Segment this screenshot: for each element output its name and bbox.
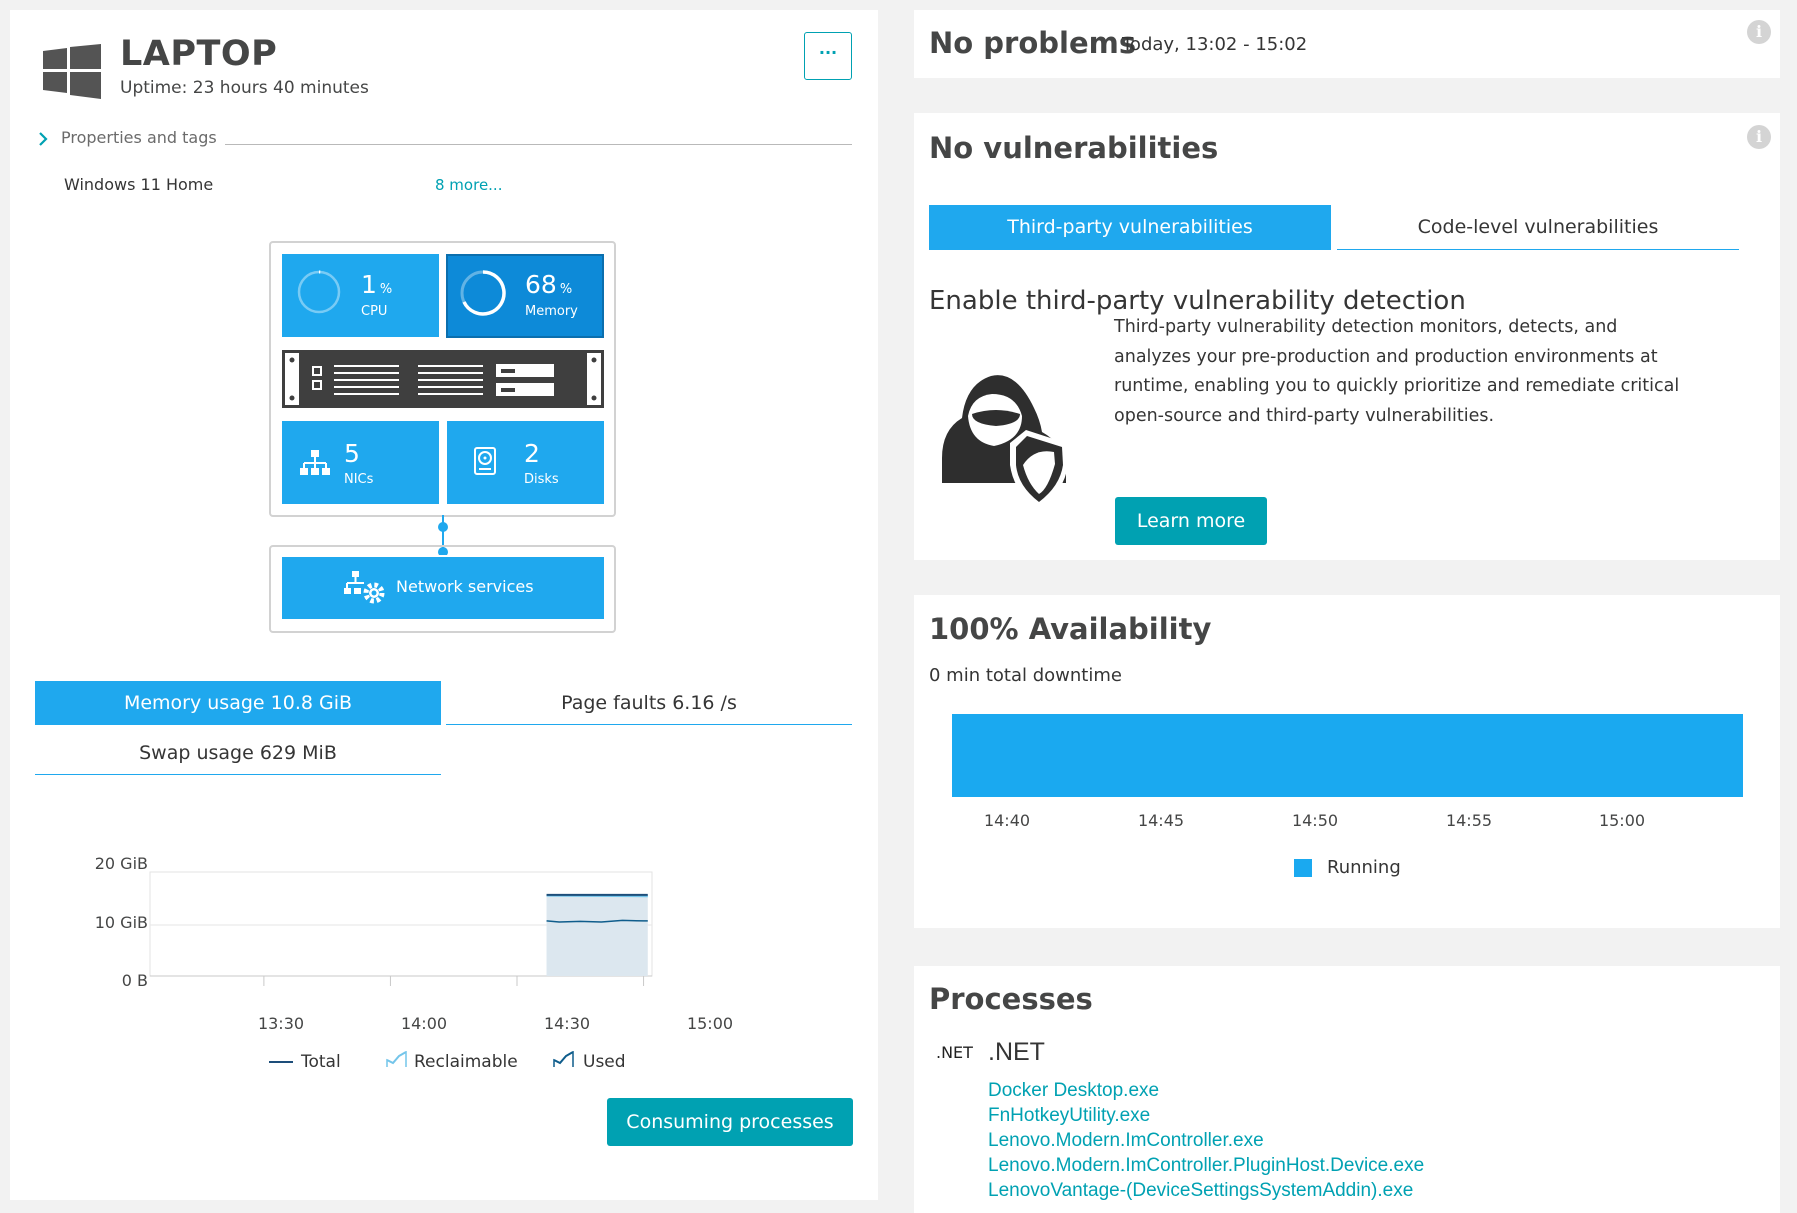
nics-tile[interactable]: 5 NICs: [282, 421, 439, 504]
disks-value: 2: [524, 439, 540, 468]
windows-logo-icon: [43, 44, 101, 99]
tab-page-faults[interactable]: Page faults 6.16 /s: [446, 681, 852, 725]
x-tick-label: 15:00: [1598, 811, 1646, 830]
process-link[interactable]: LenovoVantage-(DeviceSettingsSystemAddin…: [988, 1178, 1424, 1203]
consuming-processes-button[interactable]: Consuming processes: [607, 1098, 853, 1146]
process-list: Docker Desktop.exe FnHotkeyUtility.exe L…: [988, 1078, 1424, 1203]
os-name: Windows 11 Home: [64, 175, 214, 194]
availability-card: 100% Availability 0 min total downtime 1…: [914, 595, 1780, 928]
area-swatch-icon: [386, 1051, 407, 1067]
legend-label: Used: [583, 1052, 626, 1072]
downtime-text: 0 min total downtime: [929, 665, 1122, 686]
processes-card: Processes .NET .NET Docker Desktop.exe F…: [914, 966, 1780, 1213]
process-group-name: .NET: [988, 1038, 1045, 1066]
chevron-right-icon: [39, 132, 48, 146]
x-tick-label: 13:30: [257, 1014, 305, 1033]
vulnerabilities-heading: Enable third-party vulnerability detecti…: [929, 286, 1466, 316]
x-tick-label: 14:50: [1291, 811, 1339, 830]
tab-third-party-vulnerabilities[interactable]: Third-party vulnerabilities: [929, 205, 1331, 250]
info-icon[interactable]: i: [1747, 125, 1771, 149]
legend-swatch: [1294, 859, 1312, 877]
line-swatch-icon: [269, 1061, 293, 1063]
host-name: LAPTOP: [120, 34, 278, 74]
memory-chart: 20 GiB 10 GiB 0 B 13:30 14:00 14:30 15:0…: [10, 850, 878, 1050]
reclaimable-line: [546, 895, 648, 898]
process-link[interactable]: Lenovo.Modern.ImController.exe: [988, 1128, 1424, 1153]
learn-more-button[interactable]: Learn more: [1115, 497, 1267, 545]
x-tick-label: 14:45: [1137, 811, 1185, 830]
vulnerabilities-card: No vulnerabilities i Third-party vulnera…: [914, 113, 1780, 560]
problems-title: No problems: [929, 26, 1137, 60]
processes-title: Processes: [929, 982, 1093, 1016]
total-area: [546, 894, 648, 976]
host-card: LAPTOP Uptime: 23 hours 40 minutes ··· P…: [10, 10, 878, 1200]
description-line: Third-party vulnerability detection moni…: [1114, 317, 1618, 337]
cpu-label: CPU: [361, 304, 388, 319]
memory-gauge-icon: [460, 270, 506, 316]
legend-label: Reclaimable: [414, 1052, 518, 1072]
nics-label: NICs: [344, 472, 374, 487]
legend-label: Running: [1327, 857, 1401, 878]
nics-value: 5: [344, 439, 360, 468]
network-services-label: Network services: [396, 577, 534, 596]
network-services-tile[interactable]: Network services: [282, 557, 604, 619]
process-link[interactable]: Docker Desktop.exe: [988, 1078, 1424, 1103]
properties-toggle[interactable]: Properties and tags: [36, 128, 868, 150]
memory-value: 68%: [525, 270, 573, 299]
problems-timeframe: Today, 13:02 - 15:02: [1122, 34, 1308, 55]
x-tick-label: 14:40: [983, 811, 1031, 830]
availability-title: 100% Availability: [929, 612, 1212, 646]
area-swatch-icon: [553, 1051, 574, 1067]
cpu-value: 1%: [361, 270, 393, 299]
vulnerabilities-description: Third-party vulnerability detection moni…: [1114, 313, 1754, 431]
x-tick-label: 14:30: [543, 1014, 591, 1033]
x-tick-label: 15:00: [686, 1014, 734, 1033]
memory-tile[interactable]: 68% Memory: [446, 254, 604, 338]
info-icon[interactable]: i: [1747, 20, 1771, 44]
description-line: analyzes your pre-production and product…: [1114, 346, 1658, 367]
hooded-hacker-shield-icon: [942, 375, 1068, 509]
x-tick-label: 14:00: [400, 1014, 448, 1033]
description-line: open-source and third-party vulnerabilit…: [1114, 405, 1495, 426]
divider: [225, 144, 852, 145]
dotnet-icon: .NET: [936, 1043, 973, 1062]
problems-card: No problems Today, 13:02 - 15:02 i: [914, 10, 1780, 78]
availability-bar: [952, 714, 1743, 797]
more-actions-button[interactable]: ···: [804, 32, 852, 80]
tab-memory-usage[interactable]: Memory usage 10.8 GiB: [35, 681, 441, 725]
uptime-text: Uptime: 23 hours 40 minutes: [120, 78, 369, 98]
process-link[interactable]: Lenovo.Modern.ImController.PluginHost.De…: [988, 1153, 1424, 1178]
more-properties-link[interactable]: 8 more...: [435, 176, 502, 194]
server-icon: [282, 350, 604, 408]
cpu-gauge-icon: [297, 270, 341, 314]
legend-label: Total: [301, 1052, 341, 1072]
disks-tile[interactable]: 2 Disks: [447, 421, 604, 504]
network-services-icon: [344, 571, 385, 604]
description-line: runtime, enabling you to quickly priorit…: [1114, 376, 1680, 396]
network-topology-icon: [300, 450, 330, 475]
x-tick-label: 14:55: [1445, 811, 1493, 830]
tab-code-level-vulnerabilities[interactable]: Code-level vulnerabilities: [1337, 205, 1739, 250]
properties-label: Properties and tags: [61, 128, 217, 147]
disk-icon: [474, 447, 496, 475]
memory-label: Memory: [525, 304, 578, 319]
cpu-tile[interactable]: 1% CPU: [282, 254, 439, 337]
process-link[interactable]: FnHotkeyUtility.exe: [988, 1103, 1424, 1128]
disks-label: Disks: [524, 472, 559, 487]
vulnerabilities-title: No vulnerabilities: [929, 131, 1219, 165]
tab-swap-usage[interactable]: Swap usage 629 MiB: [35, 731, 441, 775]
